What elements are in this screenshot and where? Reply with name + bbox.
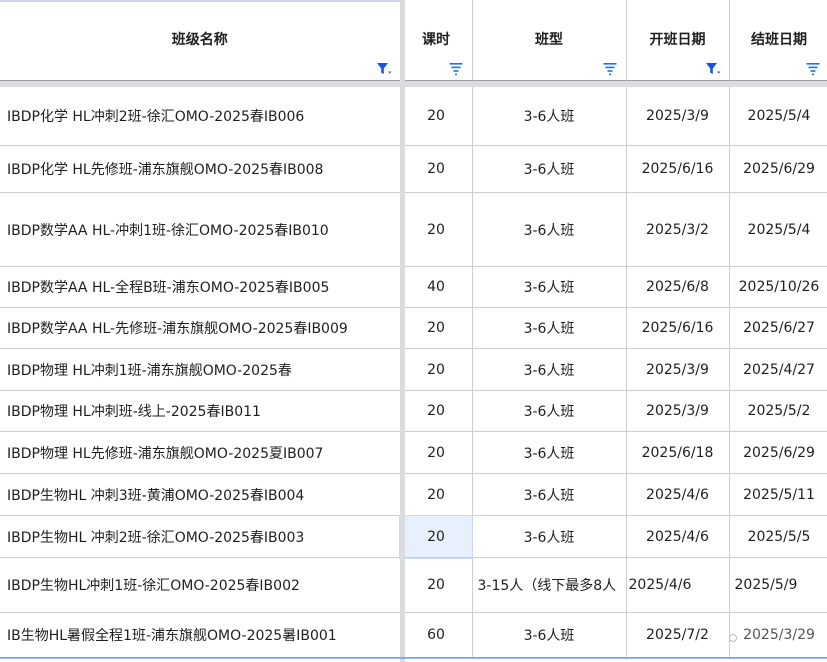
cursor-dot (729, 634, 737, 642)
cell-end-date[interactable]: 2025/5/4 (729, 192, 827, 267)
cell-end-date[interactable]: 2025/6/29 (729, 145, 827, 193)
filter-active-icon[interactable] (705, 61, 721, 77)
cell-class-type[interactable]: 3-6人班 (472, 390, 627, 432)
cell-start-date[interactable]: 2025/3/2 (626, 192, 730, 267)
cell-class-type[interactable]: 3-6人班 (472, 87, 627, 146)
header-label: 课时 (422, 32, 450, 48)
cell-hours[interactable]: 20 (400, 348, 473, 391)
table-row: IB生物HL暑假全程1班-浦东旗舰OMO-2025暑IB001 60 3-6人班… (0, 612, 827, 658)
cell-start-date[interactable]: 2025/3/9 (626, 390, 730, 432)
table-row: IBDP物理 HL先修班-浦东旗舰OMO-2025夏IB007 20 3-6人班… (0, 431, 827, 474)
cell-class-name[interactable]: IBDP数学AA HL-冲刺1班-徐汇OMO-2025春IB010 (0, 192, 401, 267)
cell-hours[interactable]: 20 (400, 473, 473, 516)
frozen-column-divider[interactable] (400, 0, 405, 662)
cell-start-date[interactable]: 2025/6/16 (626, 145, 730, 193)
header-class-type[interactable]: 班型 (472, 0, 627, 81)
cell-end-date[interactable]: 2025/5/11 (729, 473, 827, 516)
cell-class-type[interactable]: 3-6人班 (472, 307, 627, 349)
table-row: IBDP生物HL冲刺1班-徐汇OMO-2025春IB002 20 3-15人（线… (0, 557, 827, 613)
cell-hours[interactable]: 20 (400, 87, 473, 146)
cell-class-type[interactable]: 3-6人班 (472, 266, 627, 308)
header-label: 开班日期 (649, 32, 706, 48)
cell-class-type[interactable]: 3-6人班 (472, 431, 627, 474)
cell-hours[interactable]: 20 (400, 557, 473, 613)
cell-class-name[interactable]: IB生物HL暑假全程1班-浦东旗舰OMO-2025暑IB001 (0, 612, 401, 658)
table-row: IBDP生物HL 冲刺2班-徐汇OMO-2025春IB003 20 3-6人班 … (0, 514, 827, 559)
cell-start-date[interactable]: 2025/7/2 (626, 612, 730, 658)
header-label: 班级名称 (171, 32, 228, 48)
table-row: IBDP化学 HL先修班-浦东旗舰OMO-2025春IB008 20 3-6人班… (0, 145, 827, 193)
filter-active-icon[interactable] (376, 61, 392, 77)
header-class-name[interactable]: 班级名称 (0, 0, 401, 81)
table-row: IBDP物理 HL冲刺1班-浦东旗舰OMO-2025春 20 3-6人班 202… (0, 348, 827, 391)
filter-icon[interactable] (602, 61, 618, 77)
cell-end-date[interactable]: 2025/4/27 (729, 348, 827, 391)
selection-top-edge (0, 0, 400, 2)
table-row: IBDP数学AA HL-先修班-浦东旗舰OMO-2025春IB009 20 3-… (0, 307, 827, 349)
cell-class-name[interactable]: IBDP物理 HL先修班-浦东旗舰OMO-2025夏IB007 (0, 431, 401, 474)
header-hours[interactable]: 课时 (400, 0, 473, 81)
cell-class-type[interactable]: 3-6人班 (472, 348, 627, 391)
cell-hours[interactable]: 20 (400, 307, 473, 349)
cell-start-date[interactable]: 2025/3/9 (626, 348, 730, 391)
cell-end-date[interactable]: 2025/10/26 (729, 266, 827, 308)
cell-start-date[interactable]: 2025/3/9 (626, 87, 730, 146)
cell-hours[interactable]: 20 (400, 145, 473, 193)
table-row: IBDP物理 HL冲刺班-线上-2025春IB011 20 3-6人班 2025… (0, 390, 827, 432)
cell-hours[interactable]: 40 (400, 266, 473, 308)
filter-icon[interactable] (448, 61, 464, 77)
cell-start-date[interactable]: 2025/4/6 (626, 473, 730, 516)
cell-hours-selected[interactable]: 20 (399, 514, 473, 559)
header-start-date[interactable]: 开班日期 (626, 0, 730, 81)
cell-class-type[interactable]: 3-6人班 (472, 192, 627, 267)
cell-class-type[interactable]: 3-6人班 (472, 473, 627, 516)
cell-end-date[interactable]: 2025/5/2 (729, 390, 827, 432)
cell-class-name[interactable]: IBDP物理 HL冲刺1班-浦东旗舰OMO-2025春 (0, 348, 401, 391)
table-row: IBDP数学AA HL-冲刺1班-徐汇OMO-2025春IB010 20 3-6… (0, 192, 827, 267)
cell-class-name[interactable]: IBDP生物HL 冲刺2班-徐汇OMO-2025春IB003 (0, 515, 401, 558)
cell-end-date[interactable]: 2025/3/29 (729, 612, 827, 658)
cell-end-date[interactable]: 2025/5/9 (729, 557, 827, 613)
cell-hours[interactable]: 60 (400, 612, 473, 658)
cell-start-date[interactable]: 2025/4/6 (626, 515, 730, 558)
header-end-date[interactable]: 结班日期 (729, 0, 827, 81)
table-row: IBDP生物HL 冲刺3班-黄浦OMO-2025春IB004 20 3-6人班 … (0, 473, 827, 516)
cell-class-type[interactable]: 3-6人班 (472, 612, 627, 658)
cell-class-type[interactable]: 3-15人（线下最多8人 (472, 557, 627, 613)
cell-hours[interactable]: 20 (400, 431, 473, 474)
cell-class-name[interactable]: IBDP生物HL 冲刺3班-黄浦OMO-2025春IB004 (0, 473, 401, 516)
cell-class-name[interactable]: IBDP数学AA HL-全程B班-浦东OMO-2025春IB005 (0, 266, 401, 308)
cell-start-date[interactable]: 2025/6/18 (626, 431, 730, 474)
header-row: 班级名称 课时 班型 开班日期 结班日期 (0, 0, 827, 81)
filter-icon[interactable] (805, 61, 821, 77)
header-label: 结班日期 (751, 32, 807, 48)
cell-hours[interactable]: 20 (400, 192, 473, 267)
cell-class-name[interactable]: IBDP化学 HL先修班-浦东旗舰OMO-2025春IB008 (0, 145, 401, 193)
cell-class-type[interactable]: 3-6人班 (472, 515, 627, 558)
cell-start-date[interactable]: 2025/6/16 (626, 307, 730, 349)
cell-end-date[interactable]: 2025/6/27 (729, 307, 827, 349)
cell-end-date[interactable]: 2025/6/29 (729, 431, 827, 474)
header-label: 班型 (535, 32, 563, 48)
table-row: IBDP数学AA HL-全程B班-浦东OMO-2025春IB005 40 3-6… (0, 266, 827, 308)
data-table: 班级名称 课时 班型 开班日期 结班日期 IBDP化学 HL冲刺2班-徐汇OMO… (0, 0, 827, 658)
cell-hours[interactable]: 20 (400, 390, 473, 432)
spreadsheet: 班级名称 课时 班型 开班日期 结班日期 IBDP化学 HL冲刺2班-徐汇OMO… (0, 0, 827, 662)
cell-end-date[interactable]: 2025/5/5 (729, 515, 827, 558)
cell-end-date[interactable]: 2025/5/4 (729, 87, 827, 146)
cell-start-date[interactable]: 2025/6/8 (626, 266, 730, 308)
bottom-edge (0, 657, 827, 659)
table-row: IBDP化学 HL冲刺2班-徐汇OMO-2025春IB006 20 3-6人班 … (0, 87, 827, 146)
cell-class-type[interactable]: 3-6人班 (472, 145, 627, 193)
cell-class-name[interactable]: IBDP化学 HL冲刺2班-徐汇OMO-2025春IB006 (0, 87, 401, 146)
cell-class-name[interactable]: IBDP生物HL冲刺1班-徐汇OMO-2025春IB002 (0, 557, 401, 613)
cell-class-name[interactable]: IBDP物理 HL冲刺班-线上-2025春IB011 (0, 390, 401, 432)
cell-class-name[interactable]: IBDP数学AA HL-先修班-浦东旗舰OMO-2025春IB009 (0, 307, 401, 349)
cell-start-date[interactable]: 2025/4/6 (626, 557, 730, 613)
